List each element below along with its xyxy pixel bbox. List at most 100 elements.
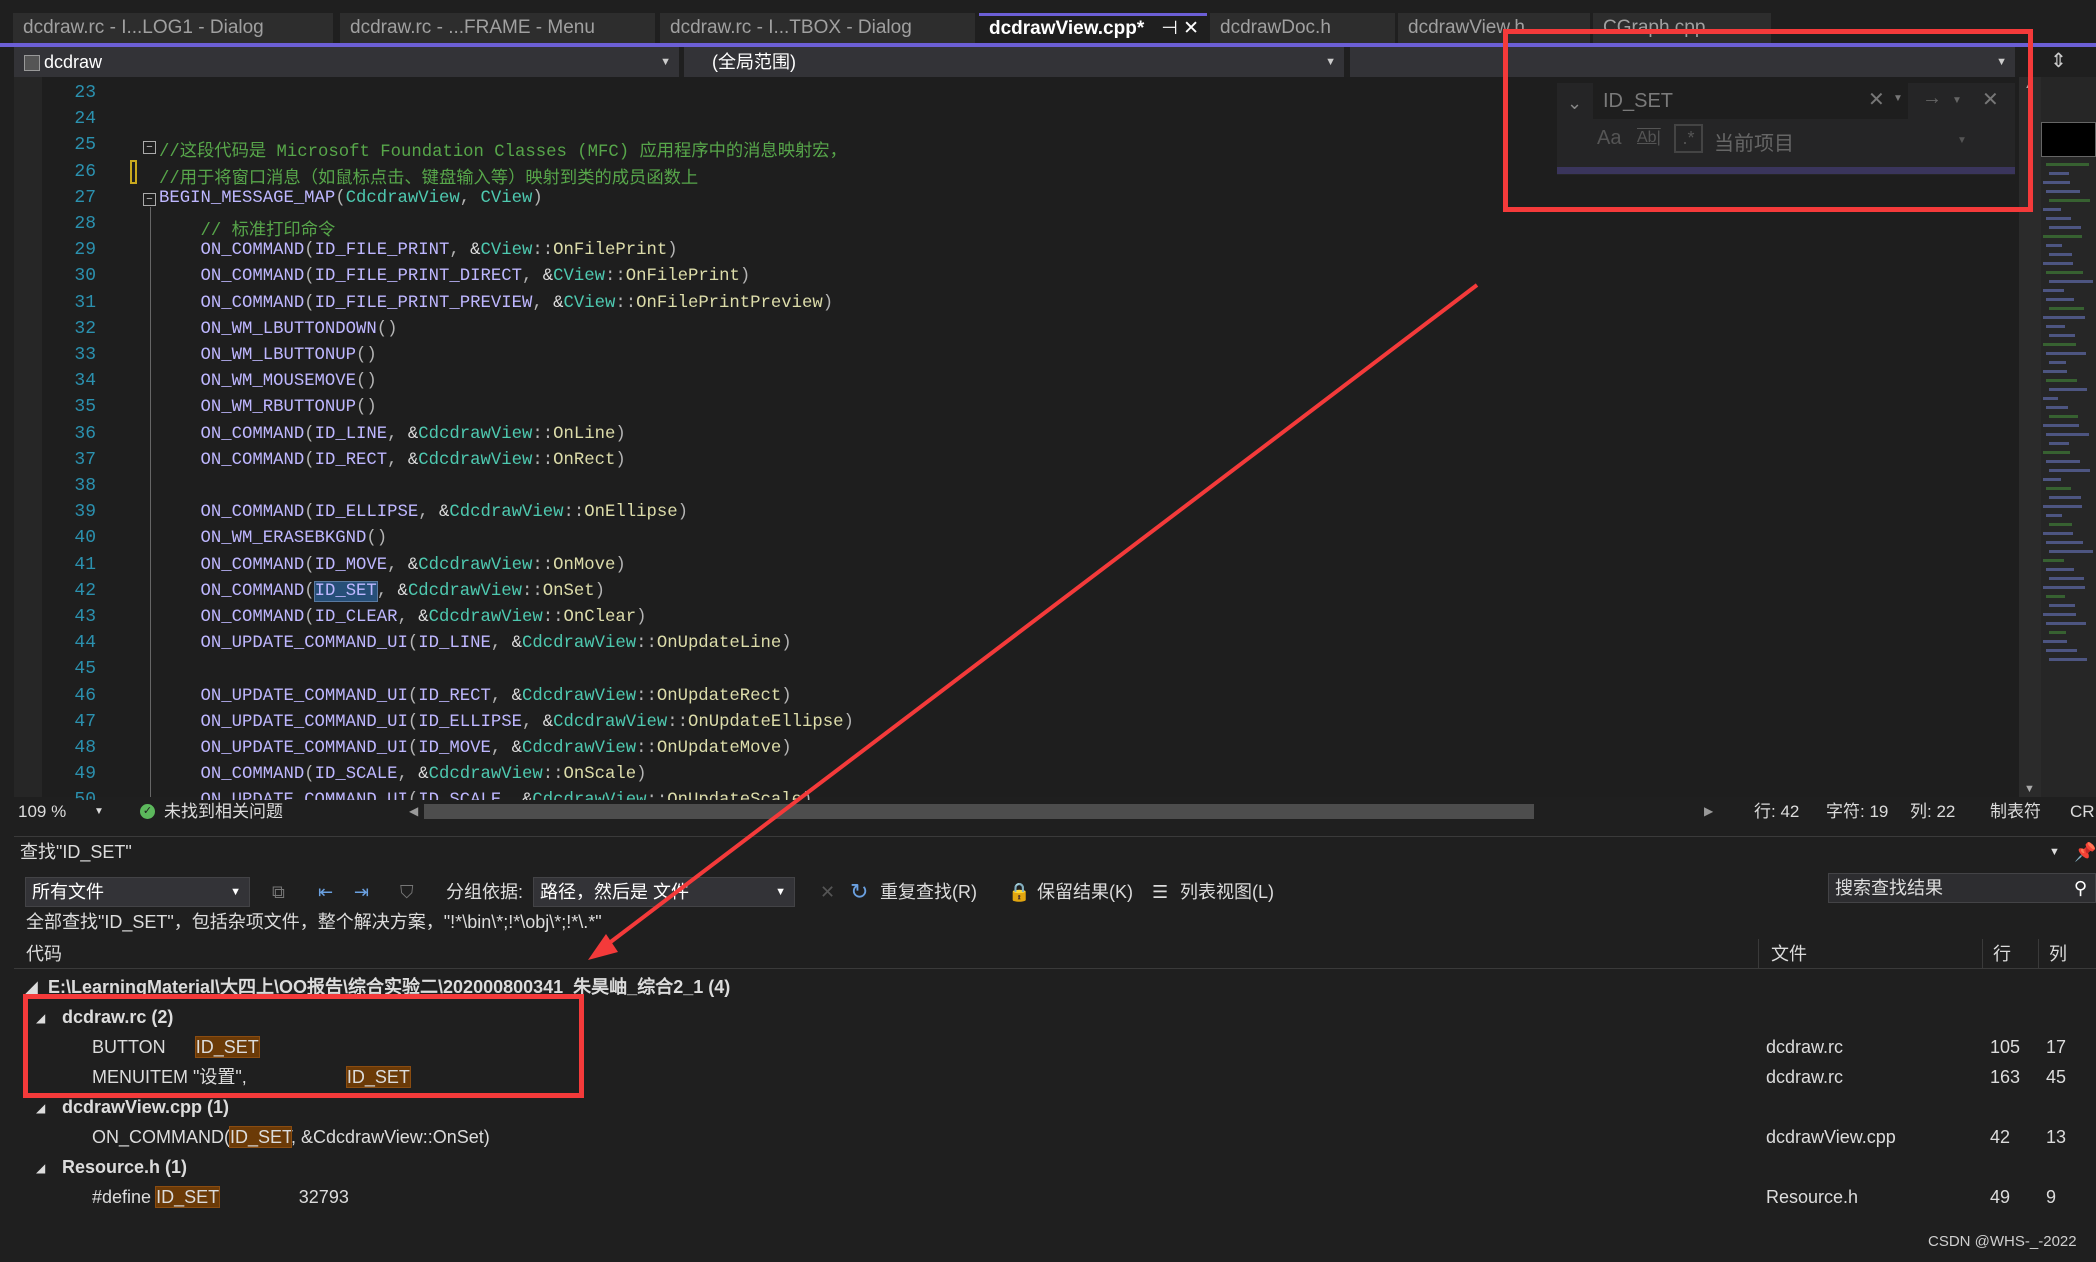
tab-5[interactable]: dcdrawView.h <box>1398 13 1590 43</box>
minimap[interactable] <box>2041 77 2096 797</box>
issues-status[interactable]: 未找到相关问题 <box>164 800 283 823</box>
member-dropdown[interactable]: ▼ <box>1350 47 2015 77</box>
scope-dropdown[interactable]: (全局范围) ▼ <box>684 47 1344 77</box>
expand-icon[interactable]: ◢ <box>36 1093 45 1123</box>
stop-icon[interactable]: ✕ <box>820 877 835 907</box>
result-item[interactable]: ON_COMMAND(ID_SET, &CdcdrawView::OnSet) … <box>14 1122 2096 1152</box>
code-line[interactable]: ON_WM_LBUTTONUP() <box>159 346 376 365</box>
code-line[interactable]: // 标准打印命令 <box>159 215 335 241</box>
code-line[interactable]: //这段代码是 Microsoft Foundation Classes (MF… <box>159 136 847 162</box>
find-next-icon[interactable]: → <box>1922 87 1942 110</box>
filter-icon[interactable]: ⛉ <box>400 877 414 907</box>
pin-close-icon[interactable]: ⊣ ✕ <box>1161 16 1199 42</box>
code-line[interactable]: ON_WM_RBUTTONUP() <box>159 398 376 417</box>
search-scope[interactable]: 当前项目 <box>1714 127 1794 156</box>
keep-results-button[interactable]: 保留结果(K) <box>1037 877 1133 907</box>
scroll-down-icon[interactable]: ▼ <box>2024 783 2035 795</box>
scroll-up-icon[interactable]: ▲ <box>2024 79 2035 91</box>
panel-menu-icon[interactable]: ▼ <box>2049 837 2060 867</box>
code-line[interactable]: ON_COMMAND(ID_FILE_PRINT_PREVIEW, &CView… <box>159 294 833 313</box>
line-indicator[interactable]: 行: 42 <box>1754 800 1799 823</box>
repeat-find-button[interactable]: 重复查找(R) <box>880 877 977 907</box>
code-line[interactable]: ON_COMMAND(ID_LINE, &CdcdrawView::OnLine… <box>159 425 625 444</box>
scroll-left-icon[interactable]: ◀ <box>409 800 418 823</box>
code-line[interactable]: ON_COMMAND(ID_ELLIPSE, &CdcdrawView::OnE… <box>159 503 687 522</box>
tab-3[interactable]: dcdrawView.cpp* ⊣ ✕ <box>979 13 1207 43</box>
match-case-toggle[interactable]: Aa <box>1597 127 1621 150</box>
split-editor-icon[interactable]: ⇕ <box>2050 48 2067 73</box>
result-item[interactable]: BUTTON ID_SET dcdraw.rc 105 17 <box>14 1032 2096 1062</box>
code-line[interactable]: ON_COMMAND(ID_CLEAR, &CdcdrawView::OnCle… <box>159 608 646 627</box>
code-line[interactable]: ON_WM_ERASEBKGND() <box>159 529 387 548</box>
clear-icon[interactable]: ✕ <box>1868 87 1885 112</box>
scroll-right-icon[interactable]: ▶ <box>1704 800 1713 823</box>
code-line[interactable]: ON_COMMAND(ID_FILE_PRINT_DIRECT, &CView:… <box>159 267 750 286</box>
minimap-viewport[interactable] <box>2041 122 2096 157</box>
result-group[interactable]: ◢ dcdraw.rc (2) <box>14 1002 2096 1032</box>
tab-4[interactable]: dcdrawDoc.h <box>1210 13 1395 43</box>
result-item[interactable]: MENUITEM "设置", ID_SET dcdraw.rc 163 45 <box>14 1062 2096 1092</box>
list-view-button[interactable]: 列表视图(L) <box>1180 877 1274 907</box>
previous-result-icon[interactable]: ⇤ <box>318 877 333 907</box>
code-line[interactable]: BEGIN_MESSAGE_MAP(CdcdrawView, CView) <box>159 189 543 208</box>
list-view-icon[interactable]: ☰ <box>1152 877 1168 907</box>
line-ending[interactable]: CR <box>2070 800 2095 823</box>
find-options-icon[interactable]: ▼ <box>1952 95 1962 106</box>
expand-replace-icon[interactable]: ⌄ <box>1567 93 1582 114</box>
refresh-icon[interactable]: ↻ <box>850 877 868 907</box>
group-by-select[interactable]: 路径，然后是 文件 ▼ <box>533 877 795 907</box>
group-name: dcdraw.rc (2) <box>62 1007 174 1027</box>
tab-2[interactable]: dcdraw.rc - I...TBOX - Dialog <box>660 13 975 43</box>
collapse-icon[interactable]: − <box>143 193 156 206</box>
expand-icon[interactable]: ◢ <box>24 972 38 1002</box>
result-group[interactable]: ◢ dcdrawView.cpp (1) <box>14 1092 2096 1122</box>
zoom-level[interactable]: 109 % <box>18 800 66 823</box>
find-input[interactable]: ID_SET ✕ ▼ <box>1593 83 1908 119</box>
code-line[interactable]: ON_COMMAND(ID_MOVE, &CdcdrawView::OnMove… <box>159 556 625 575</box>
code-line[interactable]: ON_WM_LBUTTONDOWN() <box>159 320 397 339</box>
vertical-scrollbar[interactable]: ▲ ▼ <box>2019 77 2041 797</box>
tab-0[interactable]: dcdraw.rc - I...LOG1 - Dialog <box>13 13 333 43</box>
whole-word-toggle[interactable]: Ab| <box>1637 129 1661 147</box>
result-group[interactable]: ◢ Resource.h (1) <box>14 1152 2096 1182</box>
horizontal-scrollbar-thumb[interactable] <box>424 804 1534 819</box>
code-line[interactable]: ON_WM_MOUSEMOVE() <box>159 372 376 391</box>
result-root[interactable]: ◢ E:\LearningMaterial\大四上\OO报告\综合实验二\2020… <box>14 972 2096 1002</box>
collapse-icon[interactable]: − <box>143 141 156 154</box>
minimap-line <box>2049 469 2090 472</box>
project-dropdown[interactable]: dcdraw ▼ <box>14 47 679 77</box>
code-line[interactable]: ON_COMMAND(ID_SCALE, &CdcdrawView::OnSca… <box>159 765 646 784</box>
next-result-icon[interactable]: ⇥ <box>354 877 369 907</box>
close-icon[interactable]: ✕ <box>1982 87 1999 112</box>
scope-select[interactable]: 所有文件 ▼ <box>25 877 250 907</box>
code-line[interactable]: ON_COMMAND(ID_RECT, &CdcdrawView::OnRect… <box>159 451 625 470</box>
result-item[interactable]: #define ID_SET 32793 Resource.h 49 9 <box>14 1182 2096 1212</box>
lock-icon[interactable]: 🔒 <box>1008 877 1030 907</box>
tab-6[interactable]: CGraph.cpp <box>1593 13 1771 43</box>
indent-mode[interactable]: 制表符 <box>1990 800 2041 823</box>
search-icon[interactable]: ⚲ <box>2074 874 2087 902</box>
code-line[interactable]: ON_UPDATE_COMMAND_UI(ID_ELLIPSE, &Cdcdra… <box>159 713 853 732</box>
code-line[interactable]: ON_UPDATE_COMMAND_UI(ID_RECT, &CdcdrawVi… <box>159 687 791 706</box>
find-widget-border <box>1557 167 2015 174</box>
history-dropdown-icon[interactable]: ▼ <box>1893 93 1903 104</box>
column-line[interactable]: 行 <box>1982 939 2011 969</box>
copy-icon[interactable]: ⧉ <box>272 877 285 907</box>
column-col[interactable]: 列 <box>2038 939 2067 969</box>
line-number: 40 <box>74 528 96 549</box>
expand-icon[interactable]: ◢ <box>36 1003 45 1033</box>
chevron-down-icon[interactable]: ▼ <box>94 800 104 823</box>
column-file[interactable]: 文件 <box>1758 939 1807 969</box>
tab-1[interactable]: dcdraw.rc - ...FRAME - Menu <box>340 13 655 43</box>
code-line[interactable]: ON_UPDATE_COMMAND_UI(ID_MOVE, &CdcdrawVi… <box>159 739 791 758</box>
pin-icon[interactable]: 📌 <box>2074 837 2096 867</box>
chevron-down-icon[interactable]: ▼ <box>1957 135 1967 146</box>
code-line[interactable]: ON_UPDATE_COMMAND_UI(ID_LINE, &CdcdrawVi… <box>159 634 791 653</box>
code-line[interactable]: ON_COMMAND(ID_FILE_PRINT, &CView::OnFile… <box>159 241 677 260</box>
expand-icon[interactable]: ◢ <box>36 1153 45 1183</box>
search-results-input[interactable]: 搜索查找结果 ⚲ <box>1828 873 2096 903</box>
column-code[interactable]: 代码 <box>26 939 62 969</box>
code-line[interactable]: //用于将窗口消息（如鼠标点击、键盘输入等）映射到类的成员函数上 <box>159 163 698 189</box>
regex-toggle[interactable]: .* <box>1674 124 1703 153</box>
code-line[interactable]: ON_COMMAND(ID_SET, &CdcdrawView::OnSet) <box>159 580 605 602</box>
